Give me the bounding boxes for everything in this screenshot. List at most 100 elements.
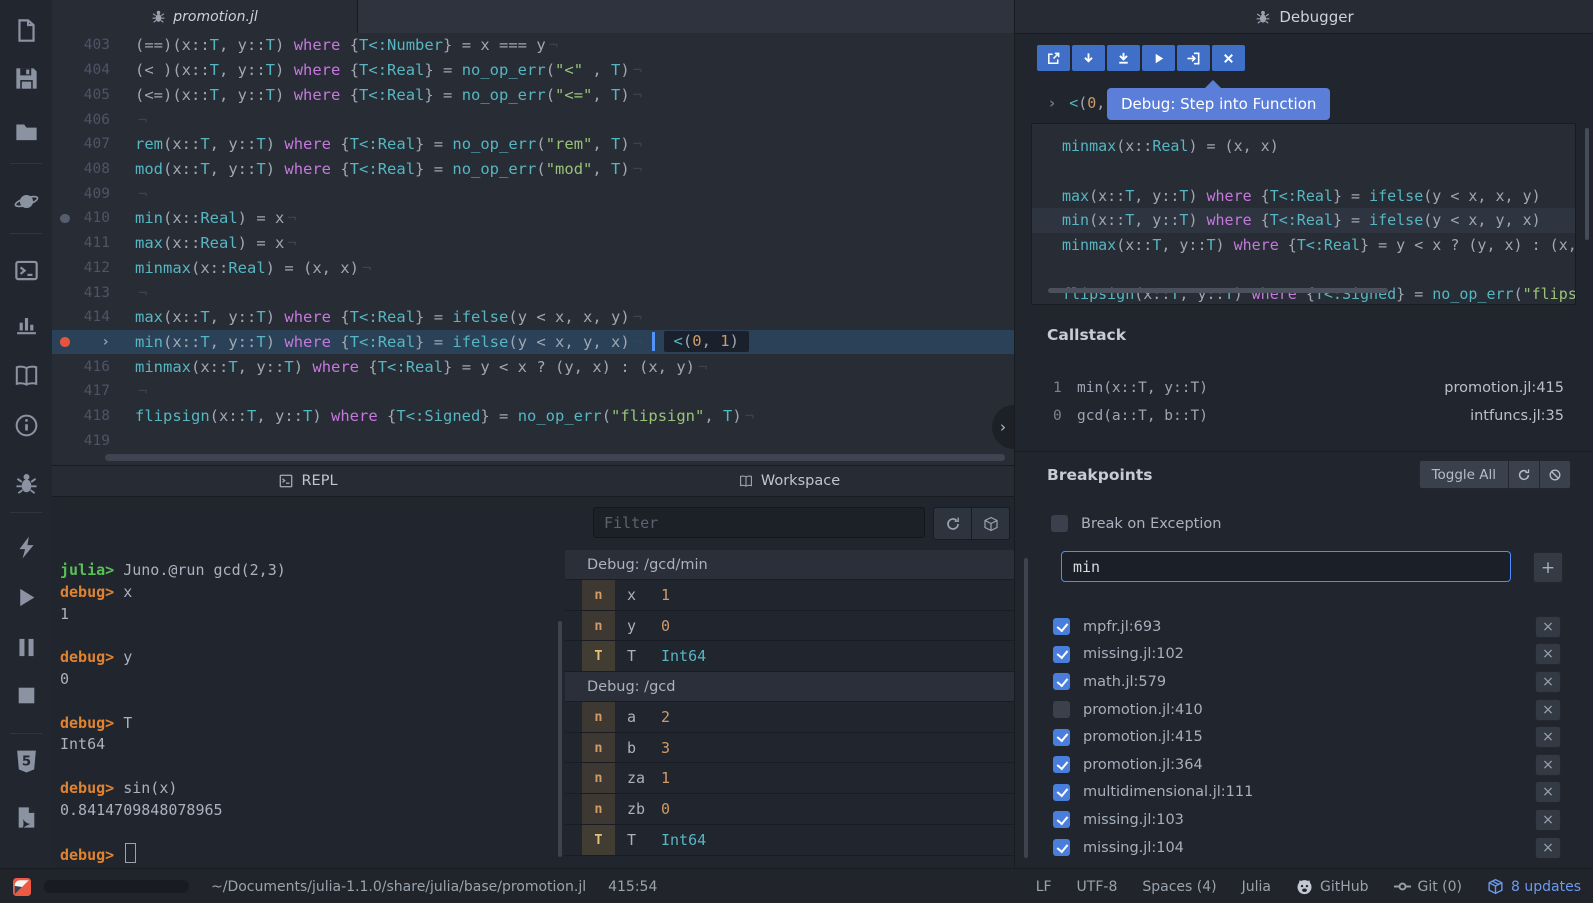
stop-icon[interactable]: [0, 675, 52, 715]
editor-line[interactable]: 404(< )(x::T, y::T) where {T<:Real} = no…: [52, 58, 1014, 83]
remove-breakpoint-button[interactable]: ×: [1535, 671, 1561, 693]
plot-icon[interactable]: [0, 303, 52, 343]
add-breakpoint-input[interactable]: [1061, 551, 1511, 582]
gutter-dot-slot[interactable]: [59, 132, 74, 157]
remove-breakpoint-button[interactable]: ×: [1535, 809, 1561, 831]
editor-line[interactable]: 405(<=)(x::T, y::T) where {T<:Real} = no…: [52, 82, 1014, 107]
gutter-dot-slot[interactable]: [59, 82, 74, 107]
breakpoint-checkbox[interactable]: [1053, 839, 1070, 856]
gutter-dot-slot[interactable]: [59, 181, 74, 206]
breakpoint-dot[interactable]: [59, 206, 74, 231]
language-indicator[interactable]: Julia: [1242, 879, 1271, 895]
editor-line[interactable]: 417¬: [52, 379, 1014, 404]
git-item[interactable]: Git (0): [1394, 878, 1463, 895]
workspace-row[interactable]: na2: [565, 702, 1014, 733]
workspace-row[interactable]: TTInt64: [565, 825, 1014, 856]
gutter-dot-slot[interactable]: [59, 429, 74, 454]
remove-breakpoint-button[interactable]: ×: [1535, 699, 1561, 721]
folder-icon[interactable]: [0, 111, 52, 151]
step-into-function-button[interactable]: [1177, 45, 1210, 71]
gutter-dot-slot[interactable]: [59, 255, 74, 280]
preview-line[interactable]: [1032, 257, 1575, 282]
editor-line[interactable]: 416minmax(x::T, y::T) where {T<:Real} = …: [52, 354, 1014, 379]
stop-debug-button[interactable]: [1212, 45, 1245, 71]
gutter-dot-slot[interactable]: [59, 157, 74, 182]
updates-item[interactable]: 8 updates: [1487, 878, 1581, 895]
breakpoint-checkbox[interactable]: [1053, 729, 1070, 746]
preview-line[interactable]: min(x::T, y::T) where {T<:Real} = ifelse…: [1032, 208, 1575, 233]
breakpoint-checkbox[interactable]: [1053, 756, 1070, 773]
code-editor[interactable]: 403(==)(x::T, y::T) where {T<:Number} = …: [52, 33, 1014, 465]
workspace-section-header[interactable]: Debug: /gcd/min: [565, 550, 1014, 580]
preview-line[interactable]: [1032, 159, 1575, 184]
bug-icon[interactable]: [0, 463, 52, 503]
step-to-selected-line-button[interactable]: [1107, 45, 1140, 71]
gutter-dot-slot[interactable]: [59, 404, 74, 429]
workspace-row[interactable]: ny0: [565, 611, 1014, 642]
gutter-dot-slot[interactable]: [59, 379, 74, 404]
remove-breakpoint-button[interactable]: ×: [1535, 754, 1561, 776]
breakpoint-checkbox[interactable]: [1053, 701, 1070, 718]
disable-breakpoints-icon[interactable]: [1540, 460, 1571, 489]
workspace-section-header[interactable]: Debug: /gcd: [565, 672, 1014, 702]
repl-scrollbar[interactable]: [558, 621, 562, 857]
debugger-header[interactable]: Debugger: [1015, 0, 1593, 34]
remove-breakpoint-button[interactable]: ×: [1535, 781, 1561, 803]
line-ending-indicator[interactable]: LF: [1036, 879, 1052, 895]
editor-line[interactable]: 414max(x::T, y::T) where {T<:Real} = ife…: [52, 305, 1014, 330]
editor-line[interactable]: 407rem(x::T, y::T) where {T<:Real} = no_…: [52, 132, 1014, 157]
gutter-dot-slot[interactable]: [59, 33, 74, 58]
repl-output-area[interactable]: julia> Juno.@run gcd(2,3)debug> x1debug>…: [52, 497, 565, 865]
preview-line[interactable]: max(x::T, y::T) where {T<:Real} = ifelse…: [1032, 183, 1575, 208]
workspace-filter-input[interactable]: [593, 507, 925, 538]
editor-horizontal-scrollbar[interactable]: [105, 454, 1005, 461]
breakpoint-checkbox[interactable]: [1053, 673, 1070, 690]
remove-breakpoint-button[interactable]: ×: [1535, 837, 1561, 859]
debug-code-preview[interactable]: minmax(x::Real) = (x, x)max(x::T, y::T) …: [1031, 123, 1576, 305]
remove-breakpoint-button[interactable]: ×: [1535, 616, 1561, 638]
workspace-book-icon[interactable]: [0, 355, 52, 395]
preview-vertical-scrollbar[interactable]: [1585, 128, 1589, 240]
workspace-row[interactable]: nza1: [565, 763, 1014, 794]
preview-horizontal-scrollbar[interactable]: [1048, 288, 1388, 293]
gutter-dot-slot[interactable]: [59, 231, 74, 256]
editor-line[interactable]: 406¬: [52, 107, 1014, 132]
workspace-row[interactable]: nzb0: [565, 794, 1014, 825]
remove-breakpoint-button[interactable]: ×: [1535, 726, 1561, 748]
editor-line[interactable]: 411max(x::Real) = x¬: [52, 231, 1014, 256]
refresh-breakpoints-icon[interactable]: [1509, 460, 1540, 489]
breakpoint-checkbox[interactable]: [1053, 646, 1070, 663]
pdf-icon[interactable]: [0, 797, 52, 837]
editor-line[interactable]: 408mod(x::T, y::T) where {T<:Real} = no_…: [52, 157, 1014, 182]
preview-line[interactable]: minmax(x::T, y::T) where {T<:Real} = y <…: [1032, 233, 1575, 258]
cursor-position[interactable]: 415:54: [608, 879, 657, 895]
editor-line[interactable]: 419: [52, 429, 1014, 454]
editor-line[interactable]: 418flipsign(x::T, y::T) where {T<:Signed…: [52, 404, 1014, 429]
gutter-dot-slot[interactable]: [59, 305, 74, 330]
breakpoint-checkbox[interactable]: [1053, 618, 1070, 635]
toggle-all-button[interactable]: Toggle All: [1419, 460, 1509, 489]
package-cube-icon[interactable]: [972, 507, 1010, 540]
gutter-dot-slot[interactable]: [59, 354, 74, 379]
editor-line[interactable]: ›min(x::T, y::T) where {T<:Real} = ifels…: [52, 330, 1014, 355]
step-next-line-button[interactable]: [1072, 45, 1105, 71]
html-icon[interactable]: 5: [0, 741, 52, 781]
tab-promotion-jl[interactable]: promotion.jl: [52, 0, 358, 33]
run-icon[interactable]: [0, 577, 52, 617]
editor-line[interactable]: 412minmax(x::Real) = (x, x)¬: [52, 255, 1014, 280]
terminal-icon[interactable]: [0, 250, 52, 290]
gutter-dot-slot[interactable]: [59, 280, 74, 305]
lightning-icon[interactable]: [0, 527, 52, 567]
breakpoint-checkbox[interactable]: [1053, 784, 1070, 801]
workspace-row[interactable]: TTInt64: [565, 641, 1014, 672]
repl-header[interactable]: REPL: [52, 466, 565, 497]
breakpoint-dot[interactable]: [59, 330, 74, 355]
juno-logo-icon[interactable]: [13, 878, 31, 896]
open-external-button[interactable]: [1037, 45, 1070, 71]
preview-line[interactable]: minmax(x::Real) = (x, x): [1032, 134, 1575, 159]
workspace-row[interactable]: nb3: [565, 733, 1014, 764]
save-icon[interactable]: [0, 58, 52, 98]
gutter-dot-slot[interactable]: [59, 58, 74, 83]
break-on-exception-checkbox[interactable]: [1051, 515, 1068, 532]
info-icon[interactable]: [0, 405, 52, 445]
